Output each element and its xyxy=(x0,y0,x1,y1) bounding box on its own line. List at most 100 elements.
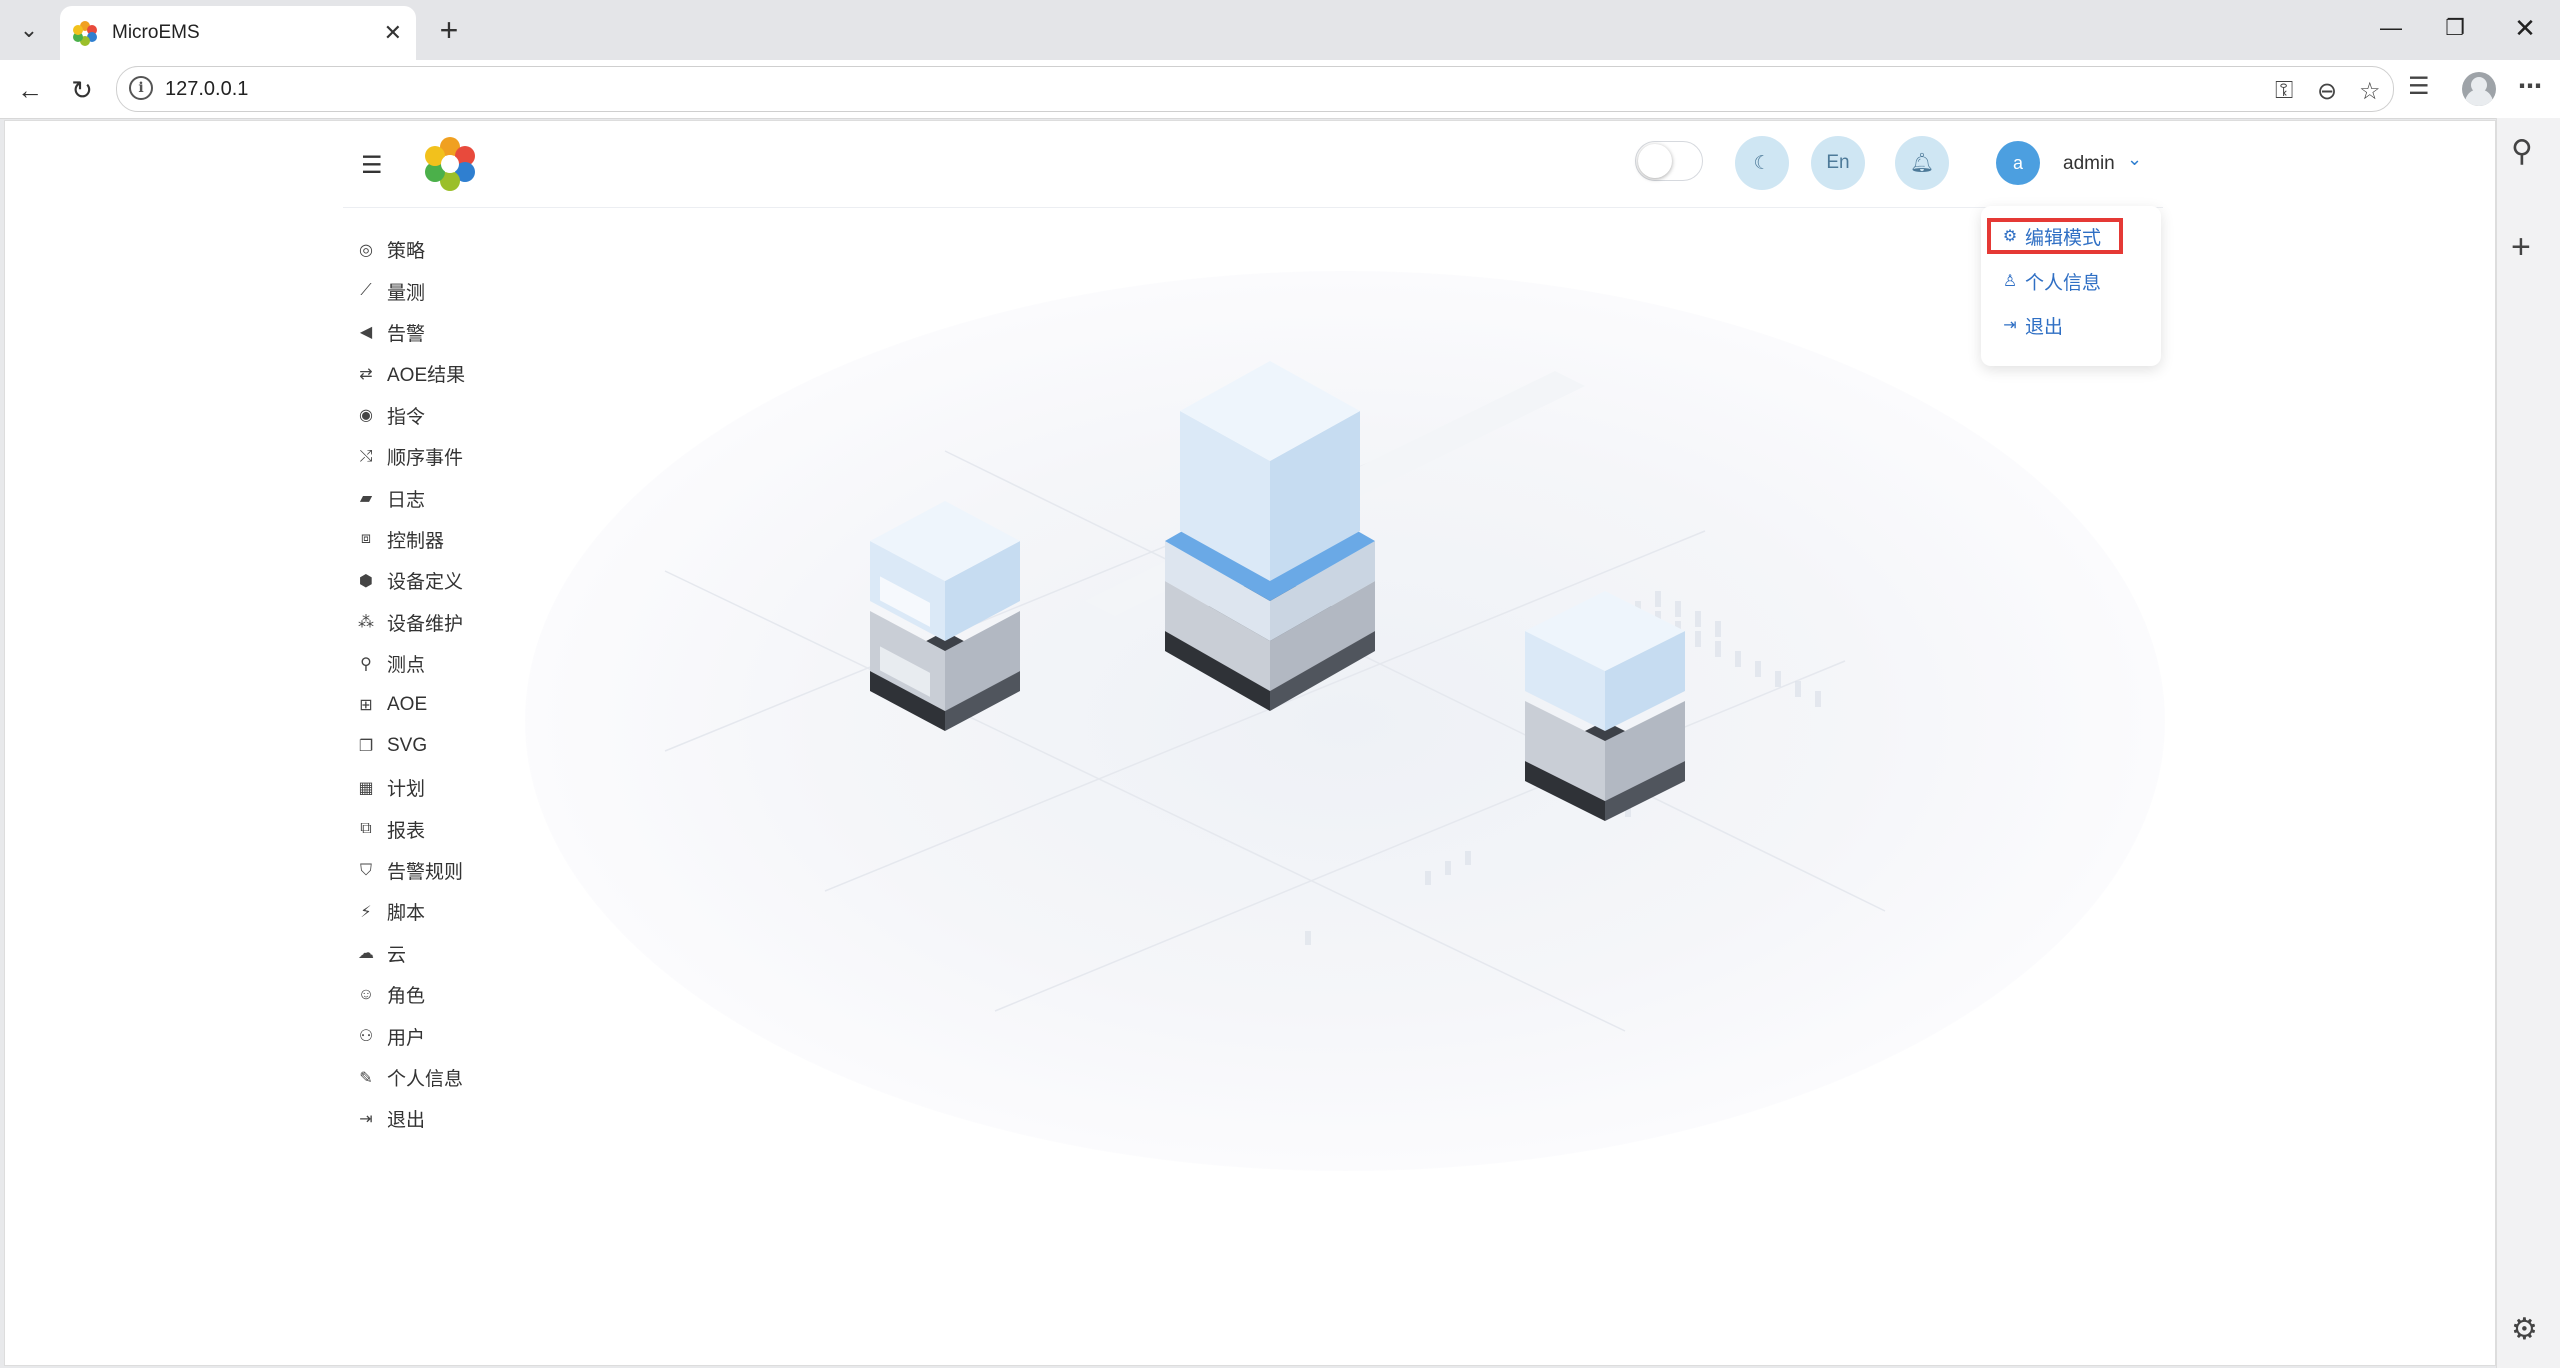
sidebar-item-profile[interactable]: ✎ 个人信息 xyxy=(343,1057,543,1098)
tab-title: MicroEMS xyxy=(112,22,200,43)
sidebar-item-label: 退出 xyxy=(387,1110,426,1132)
reload-icon[interactable]: ↻ xyxy=(62,70,102,110)
podcast-icon: ◉ xyxy=(359,407,373,425)
sidebar-item-alarm[interactable]: ◀ 告警 xyxy=(343,312,543,353)
sidebar-item-aoe-result[interactable]: ⇄ AOE结果 xyxy=(343,353,543,394)
dropdown-item-profile[interactable]: ♙ 个人信息 xyxy=(1981,263,2161,299)
sidebar-item-command[interactable]: ◉ 指令 xyxy=(343,395,543,436)
settings-gear-icon[interactable]: ⚙ xyxy=(2511,1312,2538,1347)
sidebar-item-aoe[interactable]: ⊞ AOE xyxy=(343,684,543,725)
sidebar-item-alarm-rule[interactable]: ⛉ 告警规则 xyxy=(343,850,543,891)
retweet-icon: ⇄ xyxy=(359,365,373,383)
sidebar-item-measurement[interactable]: ⟋ 量测 xyxy=(343,270,543,311)
sidebar-item-strategy[interactable]: ◎ 策略 xyxy=(343,229,543,270)
sidebar-item-log[interactable]: ▰ 日志 xyxy=(343,477,543,518)
sidebar-item-label: 用户 xyxy=(387,1027,426,1049)
user-avatar[interactable]: a xyxy=(1996,141,2040,185)
app-header: ☰ ☾ En 🔔︎ a admin ⌄ xyxy=(343,121,2163,208)
plug-icon: ⚡ xyxy=(360,903,372,921)
more-menu-icon[interactable]: ⋯ xyxy=(2518,72,2542,101)
sidebar-item-label: 告警规则 xyxy=(387,862,464,884)
restore-icon[interactable]: ❐ xyxy=(2420,8,2490,48)
cubes-icon: ⁂ xyxy=(358,614,374,632)
minimize-icon[interactable]: — xyxy=(2356,8,2426,48)
sidebar-item-label: 报表 xyxy=(387,820,426,842)
toggle-knob xyxy=(1638,144,1672,178)
back-arrow-icon[interactable]: ← xyxy=(10,70,50,110)
sidebar-item-label: 指令 xyxy=(387,406,426,428)
address-bar[interactable]: i 127.0.0.1 ⚿ ⊖ ☆ xyxy=(116,66,2394,112)
sidebar-item-label: 角色 xyxy=(387,986,426,1008)
sidebar-item-label: 计划 xyxy=(387,779,426,801)
sidebar-nav: ◎ 策略 ⟋ 量测 ◀ 告警 ⇄ AOE结果 ◉ 指令 ⤭ 顺序事件 ▰ 日志 ⧈ 控制器 ⬢ 设… xyxy=(343,229,543,1140)
sidebar-item-svg[interactable]: ❐ SVG xyxy=(343,726,543,767)
user-name[interactable]: admin xyxy=(2063,153,2115,175)
user-menu-chevron-down-icon[interactable]: ⌄ xyxy=(2127,149,2142,170)
sidebar-item-sequence-event[interactable]: ⤭ 顺序事件 xyxy=(343,436,543,477)
microems-favicon-icon xyxy=(73,21,97,46)
chart-line-icon: ⟋ xyxy=(360,282,372,300)
window-close-icon[interactable]: ✕ xyxy=(2490,8,2560,48)
sidebar-item-controller[interactable]: ⧈ 控制器 xyxy=(343,519,543,560)
hero-illustration xyxy=(525,271,2165,1171)
map-pin-icon: ⚲ xyxy=(360,655,372,673)
sidebar-item-label: 云 xyxy=(387,944,407,966)
sidebar-item-cloud[interactable]: ☁ 云 xyxy=(343,933,543,974)
sidebar-item-logout[interactable]: ⇥ 退出 xyxy=(343,1098,543,1139)
theme-toggle-switch[interactable] xyxy=(1635,141,1703,181)
sidebar-item-report[interactable]: ⧉ 报表 xyxy=(343,808,543,849)
menu-toggle-icon[interactable]: ☰ xyxy=(361,151,383,180)
clone-icon: ❐ xyxy=(358,738,374,756)
sidebar-item-point[interactable]: ⚲ 测点 xyxy=(343,643,543,684)
sidebar-item-label: 脚本 xyxy=(387,903,426,925)
favorites-list-icon[interactable]: ☰ xyxy=(2408,72,2430,101)
sidebar-item-label: AOE xyxy=(387,693,428,715)
tab-list-chevron-icon[interactable]: ⌄ xyxy=(8,10,50,50)
tab-close-icon[interactable]: ✕ xyxy=(384,20,402,46)
key-icon[interactable]: ⚿ xyxy=(2275,77,2293,105)
sidebar-item-label: 测点 xyxy=(387,655,426,677)
sign-out-icon: ⇥ xyxy=(359,1110,373,1128)
sidebar-item-label: 个人信息 xyxy=(387,1069,464,1090)
site-info-icon[interactable]: i xyxy=(129,76,153,100)
sidebar-item-script[interactable]: ⚡ 脚本 xyxy=(343,891,543,932)
sidebar-item-label: 量测 xyxy=(387,282,426,304)
browser-profile-avatar[interactable] xyxy=(2462,72,2496,106)
cube-icon: ⬢ xyxy=(359,572,373,590)
user-icon: ♙ xyxy=(2002,273,2018,290)
favorite-star-icon[interactable]: ☆ xyxy=(2359,77,2381,106)
dropdown-item-logout[interactable]: ⇥ 退出 xyxy=(1981,307,2161,343)
browser-tab-strip: ⌄ MicroEMS ✕ + — ❐ ✕ xyxy=(0,0,2560,60)
copy-icon: ⧉ xyxy=(360,820,372,838)
dropdown-item-label: 个人信息 xyxy=(2025,272,2102,294)
bullhorn-icon: ◀ xyxy=(359,324,373,342)
zoom-icon[interactable]: ⊖ xyxy=(2317,77,2337,106)
sidebar-item-label: 设备定义 xyxy=(387,572,464,594)
app-logo xyxy=(425,137,475,191)
language-button[interactable]: En xyxy=(1811,136,1865,190)
browser-tab[interactable]: MicroEMS ✕ xyxy=(60,6,416,60)
object-group-icon: ⧈ xyxy=(360,530,372,548)
random-icon: ⤭ xyxy=(359,447,373,465)
logout-icon: ⇥ xyxy=(2003,317,2017,334)
add-icon[interactable]: + xyxy=(2511,228,2531,267)
notification-bell-icon[interactable]: 🔔︎ xyxy=(1895,136,1949,190)
sidebar-item-label: 设备维护 xyxy=(387,613,464,635)
page-viewport: ☰ ☾ En 🔔︎ a admin ⌄ ⚙ 编辑模式 ♙ 个人信息 ⇥ 退出 ◎… xyxy=(4,120,2496,1366)
search-icon[interactable]: ⚲ xyxy=(2511,134,2533,169)
sidebar-item-role[interactable]: ☺ 角色 xyxy=(343,974,543,1015)
dark-mode-moon-icon[interactable]: ☾ xyxy=(1735,136,1789,190)
edit-icon: ✎ xyxy=(359,1069,373,1087)
sidebar-item-device-definition[interactable]: ⬢ 设备定义 xyxy=(343,560,543,601)
url-text[interactable]: 127.0.0.1 xyxy=(165,78,248,101)
new-tab-button[interactable]: + xyxy=(428,10,470,50)
shield-icon: ⛉ xyxy=(359,861,372,879)
users-icon: ⚇ xyxy=(358,1028,374,1046)
dropdown-item-label: 退出 xyxy=(2025,316,2064,338)
sidebar-item-device-maintenance[interactable]: ⁂ 设备维护 xyxy=(343,602,543,643)
sidebar-item-users[interactable]: ⚇ 用户 xyxy=(343,1015,543,1056)
sidebar-item-plan[interactable]: ▦ 计划 xyxy=(343,767,543,808)
sidebar-item-label: 顺序事件 xyxy=(387,448,464,470)
calendar-icon: ▦ xyxy=(358,779,374,797)
book-icon: ▰ xyxy=(359,490,373,508)
